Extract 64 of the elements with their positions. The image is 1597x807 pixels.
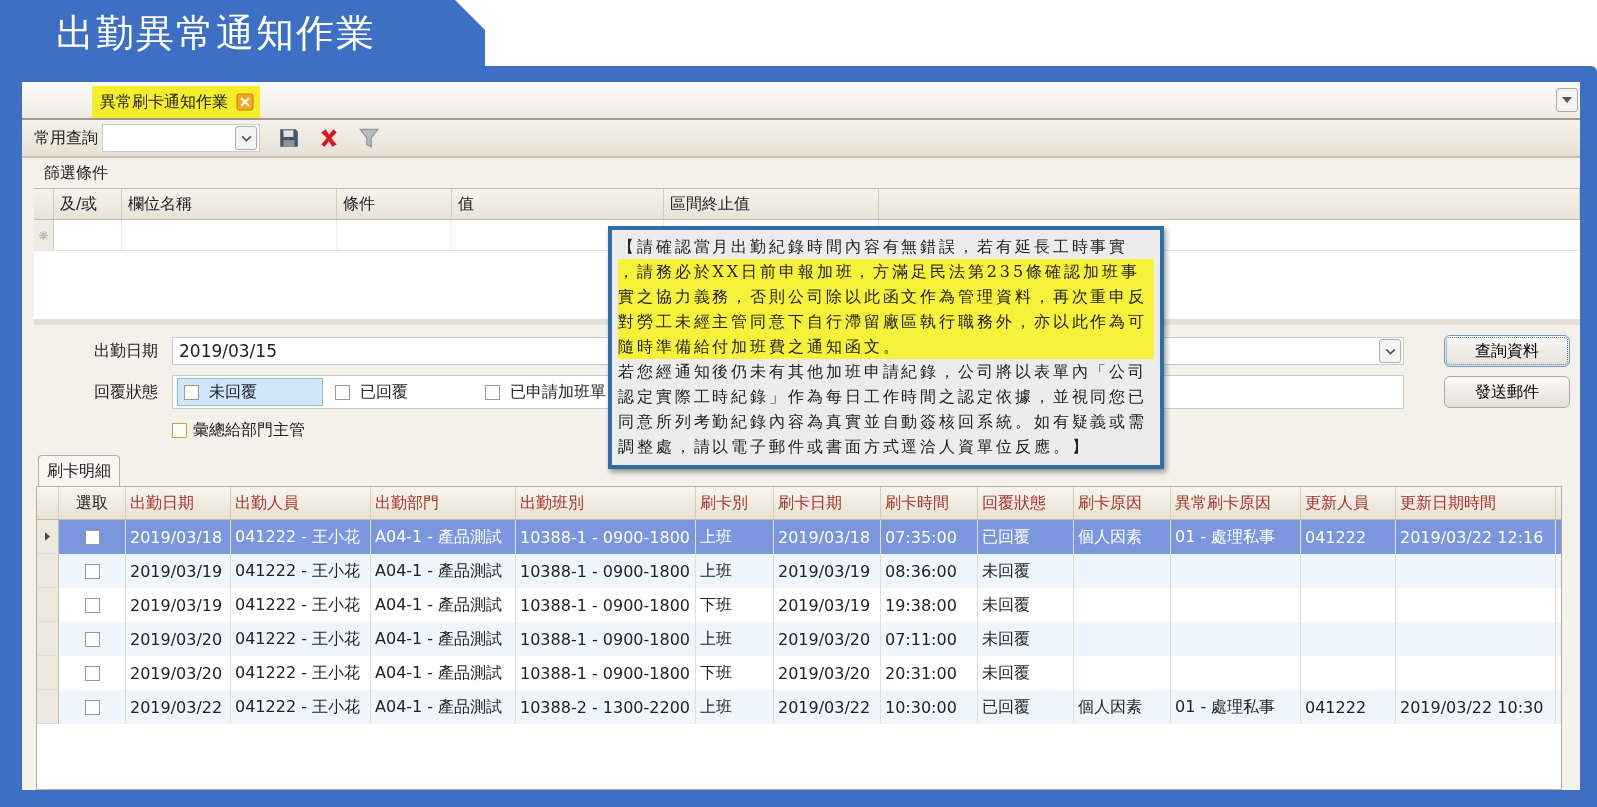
table-cell: 041222 - 王小花	[235, 662, 361, 684]
table-cell: 未回覆	[982, 560, 1030, 582]
table-cell: 下班	[700, 662, 732, 684]
table-cell: 個人因素	[1078, 526, 1142, 548]
table-cell: 2019/03/22 10:30	[1400, 697, 1544, 717]
table-cell: 2019/03/20	[778, 663, 871, 683]
table-cell: 041222 - 王小花	[235, 526, 361, 548]
date-label: 出勤日期	[93, 340, 159, 362]
table-cell: 041222	[1305, 697, 1367, 717]
table-cell: 下班	[700, 594, 732, 616]
table-cell: 2019/03/18	[778, 527, 871, 547]
table-cell: 2019/03/20	[130, 629, 223, 649]
table-cell: 19:38:00	[885, 595, 957, 615]
table-cell: 2019/03/18	[130, 527, 223, 547]
table-cell: 2019/03/22	[778, 697, 871, 717]
table-cell: 上班	[700, 526, 732, 548]
table-cell: 未回覆	[982, 662, 1030, 684]
table-cell: 07:11:00	[885, 629, 957, 649]
saved-query-label: 常用查詢	[34, 127, 98, 149]
table-cell: A04-1 - 產品測試	[375, 526, 503, 548]
table-cell: 10388-1 - 0900-1800	[520, 629, 690, 649]
table-cell: 01 - 處理私事	[1175, 696, 1276, 718]
table-cell: A04-1 - 產品測試	[375, 628, 503, 650]
table-cell: 2019/03/19	[778, 595, 871, 615]
table-cell: 01 - 處理私事	[1175, 526, 1276, 548]
table-cell: 041222 - 王小花	[235, 628, 361, 650]
table-cell: 上班	[700, 628, 732, 650]
filter-section-title: 篩選條件	[43, 162, 109, 184]
table-cell: 未回覆	[982, 594, 1030, 616]
table-cell: 上班	[700, 560, 732, 582]
table-cell: 10388-1 - 0900-1800	[520, 561, 690, 581]
table-cell: 10388-2 - 1300-2200	[520, 697, 690, 717]
table-cell: 10:30:00	[885, 697, 957, 717]
table-cell: A04-1 - 產品測試	[375, 594, 503, 616]
table-cell: 041222	[1305, 527, 1367, 547]
table-cell: 041222 - 王小花	[235, 696, 361, 718]
table-cell: 上班	[700, 696, 732, 718]
table-cell: 041222 - 王小花	[235, 560, 361, 582]
table-cell: 08:36:00	[885, 561, 957, 581]
table-cell: A04-1 - 產品測試	[375, 696, 503, 718]
table-cell: A04-1 - 產品測試	[375, 560, 503, 582]
notice-text: ，請務必於XX日前申報加班，方滿足民法第235條確認加班事實之協力義務，否則公司除以此函文作為管理資料，再次重申反對勞工未經主管同意下自行滯留廠區執行職務外，亦以此作為可隨時準備給付加班費之通知函文。	[618, 259, 1154, 359]
table-cell: 10388-1 - 0900-1800	[520, 663, 690, 683]
table-cell: 已回覆	[982, 526, 1030, 548]
table-cell: 10388-1 - 0900-1800	[520, 527, 690, 547]
table-cell: 2019/03/20	[778, 629, 871, 649]
table-cell: 個人因素	[1078, 696, 1142, 718]
notice-text: 若您經通知後仍未有其他加班申請紀錄，公司將以表單內「公司認定實際工時紀錄」作為每日工作時間之認定依據，並視同您已同意所列考勤紀錄內容為真實並自動簽核回系統。如有疑義或需調整處，請以電子郵件或書面方式逕洽人資單位反應。】	[618, 361, 1149, 458]
table-cell: 2019/03/22 12:16	[1400, 527, 1544, 547]
table-cell: 10388-1 - 0900-1800	[520, 595, 690, 615]
table-cell: A04-1 - 產品測試	[375, 662, 503, 684]
table-cell: 2019/03/19	[778, 561, 871, 581]
table-cell: 20:31:00	[885, 663, 957, 683]
table-cell: 2019/03/19	[130, 595, 223, 615]
table-cell: 未回覆	[982, 628, 1030, 650]
table-cell: 已回覆	[982, 696, 1030, 718]
page-title: 出勤異常通知作業	[56, 9, 376, 57]
notice-text: 【請確認當月出勤紀錄時間內容有無錯誤，若有延長工時事實	[618, 236, 1130, 258]
status-label: 回覆狀態	[93, 381, 159, 403]
table-cell: 2019/03/22	[130, 697, 223, 717]
table-cell: 041222 - 王小花	[235, 594, 361, 616]
table-cell: 2019/03/19	[130, 561, 223, 581]
table-cell: 07:35:00	[885, 527, 957, 547]
table-cell: 2019/03/20	[130, 663, 223, 683]
